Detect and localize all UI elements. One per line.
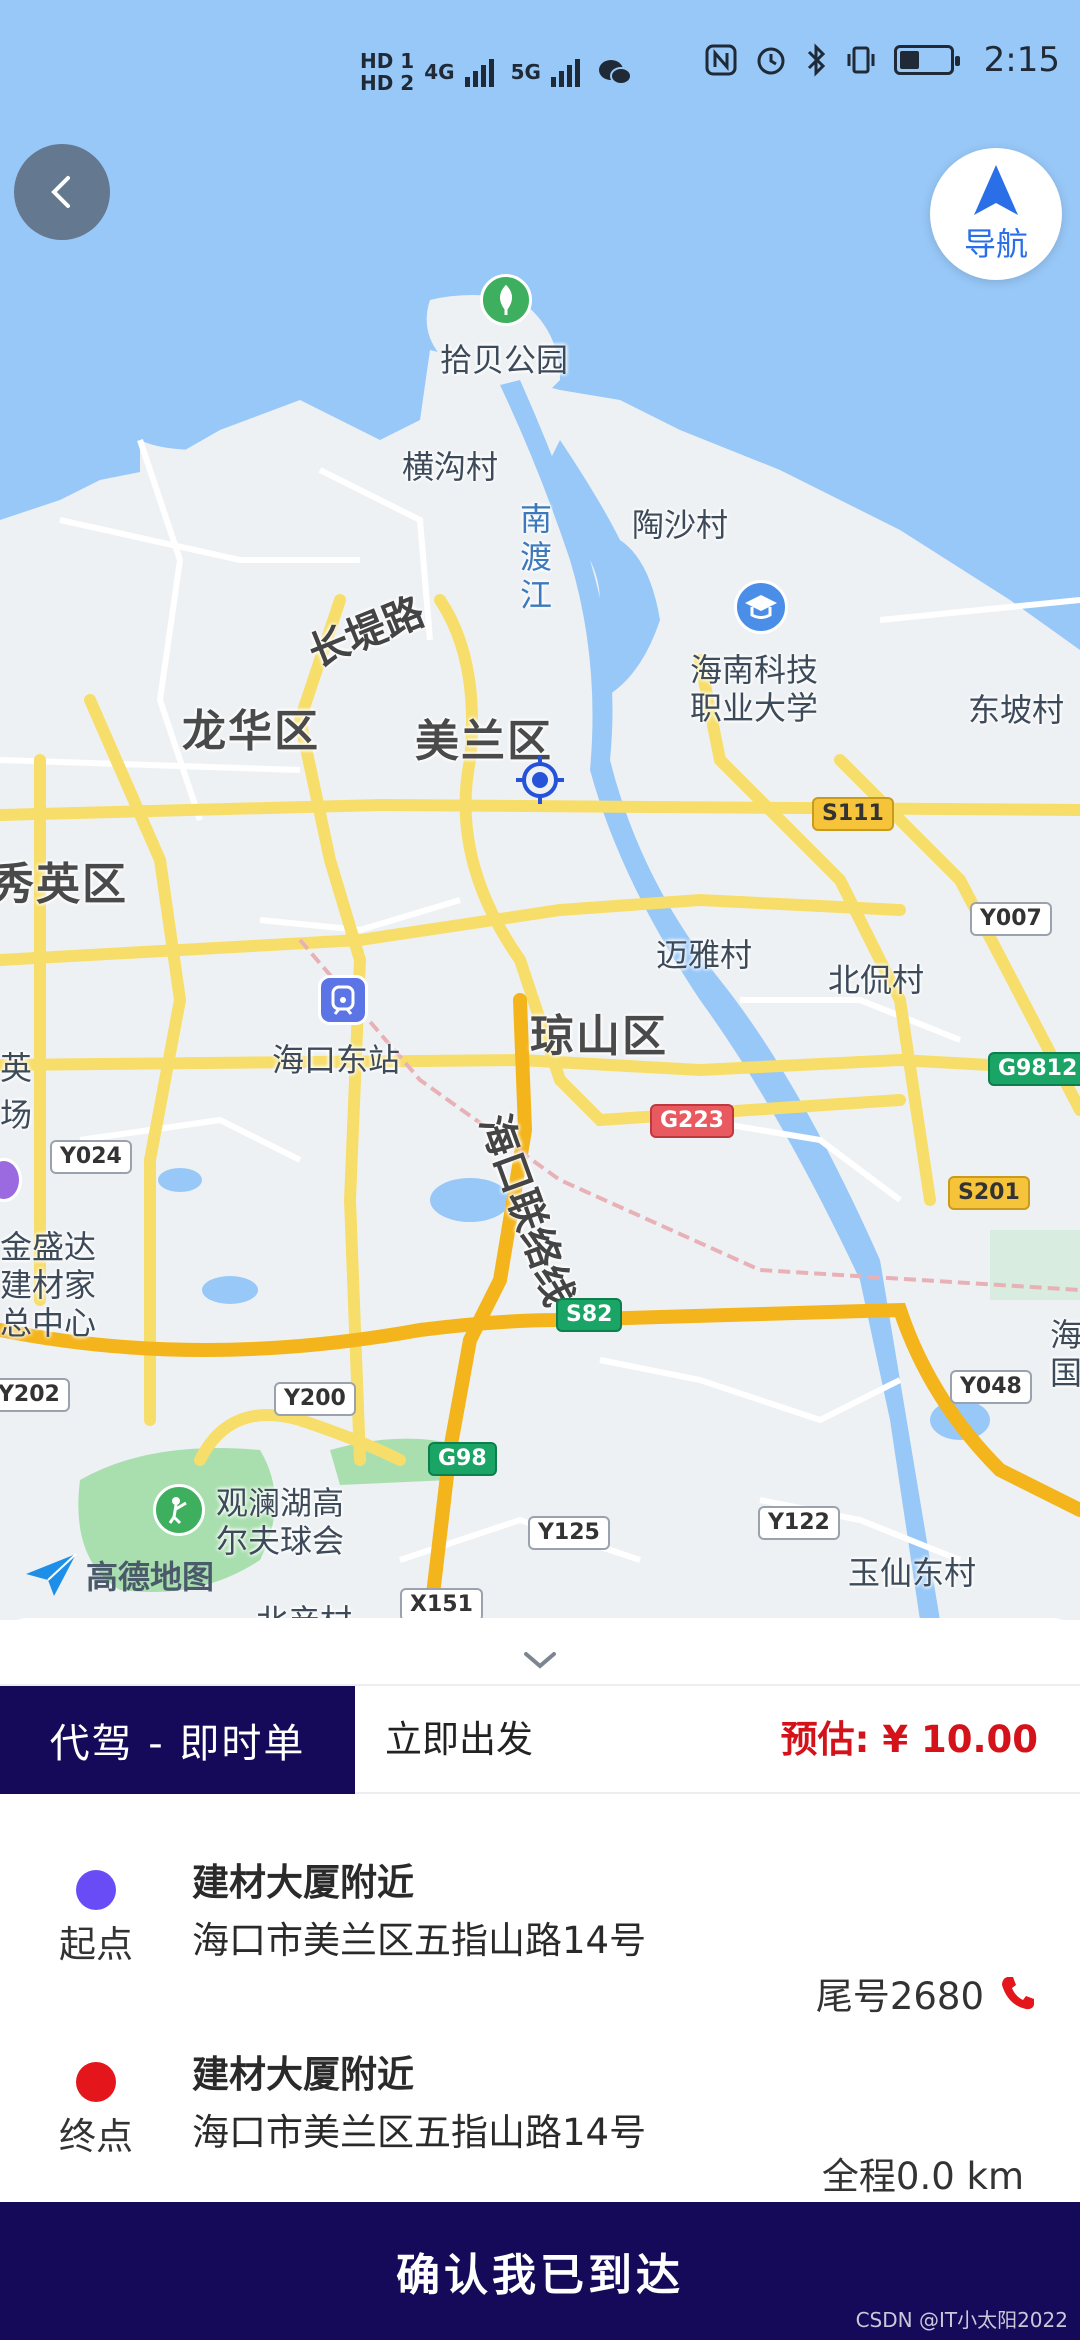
price-estimate: 预估: ¥ 10.00 [780,1718,1038,1761]
clock: 2:15 [983,40,1060,80]
back-button[interactable] [14,144,110,240]
current-location-icon [514,754,566,806]
5g-label: 5G [510,60,541,84]
map-label-qiongshan[interactable]: 琼山区 [530,1000,668,1064]
trip-distance: 全程0.0 km [821,2155,1024,2198]
collapse-sheet-button[interactable] [510,1640,570,1680]
map-label-ying[interactable]: 英 [0,1050,32,1086]
start-dot-icon [76,1870,116,1910]
road-shield-g223: G223 [650,1104,734,1138]
end-title: 建材大厦附近 [192,2053,414,2096]
hd1-badge: HD 1 [360,49,415,73]
chevron-down-icon [524,1652,556,1669]
start-label: 起点 [59,1923,133,1966]
map-label-shibei-park[interactable]: 拾贝公园 [440,335,568,381]
map-label-hainan-sci-2[interactable]: 职业大学 [690,683,818,729]
map-label-nandu-river[interactable]: 南渡江 [520,500,560,614]
signal-bars-icon [464,59,494,87]
battery-level [899,51,919,69]
map-view[interactable]: 拾贝公园 横沟村 南渡江 陶沙村 长堤路 海南科技 职业大学 龙华区 美兰区 东… [0,0,1080,1620]
battery-icon [893,45,960,75]
map-canvas[interactable] [0,0,1080,1620]
start-address: 海口市美兰区五指山路14号 [192,1919,647,1962]
amap-logo-icon [26,1553,77,1596]
end-dot-icon [76,2062,116,2102]
amap-logo: 高德地图 [24,1552,214,1598]
hd2-badge: HD 2 [360,71,415,95]
map-label-longhua[interactable]: 龙华区 [182,695,320,759]
map-label-dongpo[interactable]: 东坡村 [968,685,1064,731]
road-shield-x151: X151 [400,1588,483,1620]
map-label-guo[interactable]: 国 [1050,1348,1080,1394]
driver-contact[interactable]: 尾号2680 [816,1966,1038,2020]
school-poi-icon[interactable] [734,580,788,634]
order-type-badge: 代驾 - 即时单 [0,1686,355,1794]
road-shield-y125: Y125 [528,1516,610,1550]
navigation-label: 导航 [963,225,1028,263]
road-shield-s82: S82 [556,1298,623,1332]
map-label-chang[interactable]: 场 [0,1090,32,1136]
road-shield-g98: G98 [428,1442,497,1476]
map-label-beichan[interactable]: 北产村 [256,1596,352,1620]
map-label-beikan[interactable]: 北侃村 [828,955,924,1001]
road-shield-y200: Y200 [274,1382,356,1416]
map-label-maiya[interactable]: 迈雅村 [656,930,752,976]
map-label-henggou[interactable]: 横沟村 [402,442,498,488]
road-shield-s111: S111 [812,797,894,831]
nfc-icon [705,44,737,76]
start-title: 建材大厦附近 [192,1861,414,1904]
road-shield-y007: Y007 [970,902,1052,936]
4g-label: 4G [424,60,455,84]
wechat-icon [598,60,632,85]
chevron-left-icon [51,176,70,208]
map-label-haikou-east[interactable]: 海口东站 [272,1035,400,1081]
map-label-xiuying[interactable]: 秀英区 [0,848,128,912]
map-label-jinshengda-3[interactable]: 总中心 [0,1298,96,1344]
end-label: 终点 [59,2115,133,2158]
tail-number: 尾号2680 [815,1975,984,2018]
map-label-yuxian[interactable]: 玉仙东村 [848,1548,976,1594]
vibrate-icon [847,46,875,74]
park-poi-icon[interactable] [480,274,532,326]
map-label-taosha[interactable]: 陶沙村 [632,500,728,546]
status-right: 2:15 [704,40,1060,80]
road-shield-y048: Y048 [950,1370,1032,1404]
amap-logo-text: 高德地图 [86,1558,215,1596]
road-shield-g9812: G9812 [988,1052,1080,1086]
road-shield-y202: Y202 [0,1378,70,1412]
watermark: CSDN @IT小太阳2022 [855,2308,1068,2332]
road-shield-s201: S201 [948,1176,1030,1210]
hd-badges: HD 1 HD 2 [360,50,414,94]
navigation-button[interactable]: 导航 [930,148,1062,280]
alarm-icon [757,47,785,75]
map-label-guanlan-2[interactable]: 尔夫球会 [216,1516,344,1562]
signal-group: HD 1 HD 2 4G 5G [360,50,633,94]
depart-time-label: 立即出发 [385,1718,533,1761]
status-bar: HD 1 HD 2 4G 5G 2:15 [0,40,1080,120]
end-address: 海口市美兰区五指山路14号 [192,2111,647,2154]
order-info-bar: 代驾 - 即时单 立即出发 预估: ¥ 10.00 [0,1684,1080,1794]
navigation-arrow-icon [974,165,1018,215]
golf-poi-icon[interactable] [153,1484,205,1536]
signal-bars-2-icon [550,59,580,87]
road-shield-y024: Y024 [50,1140,132,1174]
train-station-icon[interactable] [318,975,368,1025]
road-shield-y122: Y122 [758,1506,840,1540]
phone-icon[interactable] [998,1973,1038,2013]
bluetooth-icon [807,43,825,77]
